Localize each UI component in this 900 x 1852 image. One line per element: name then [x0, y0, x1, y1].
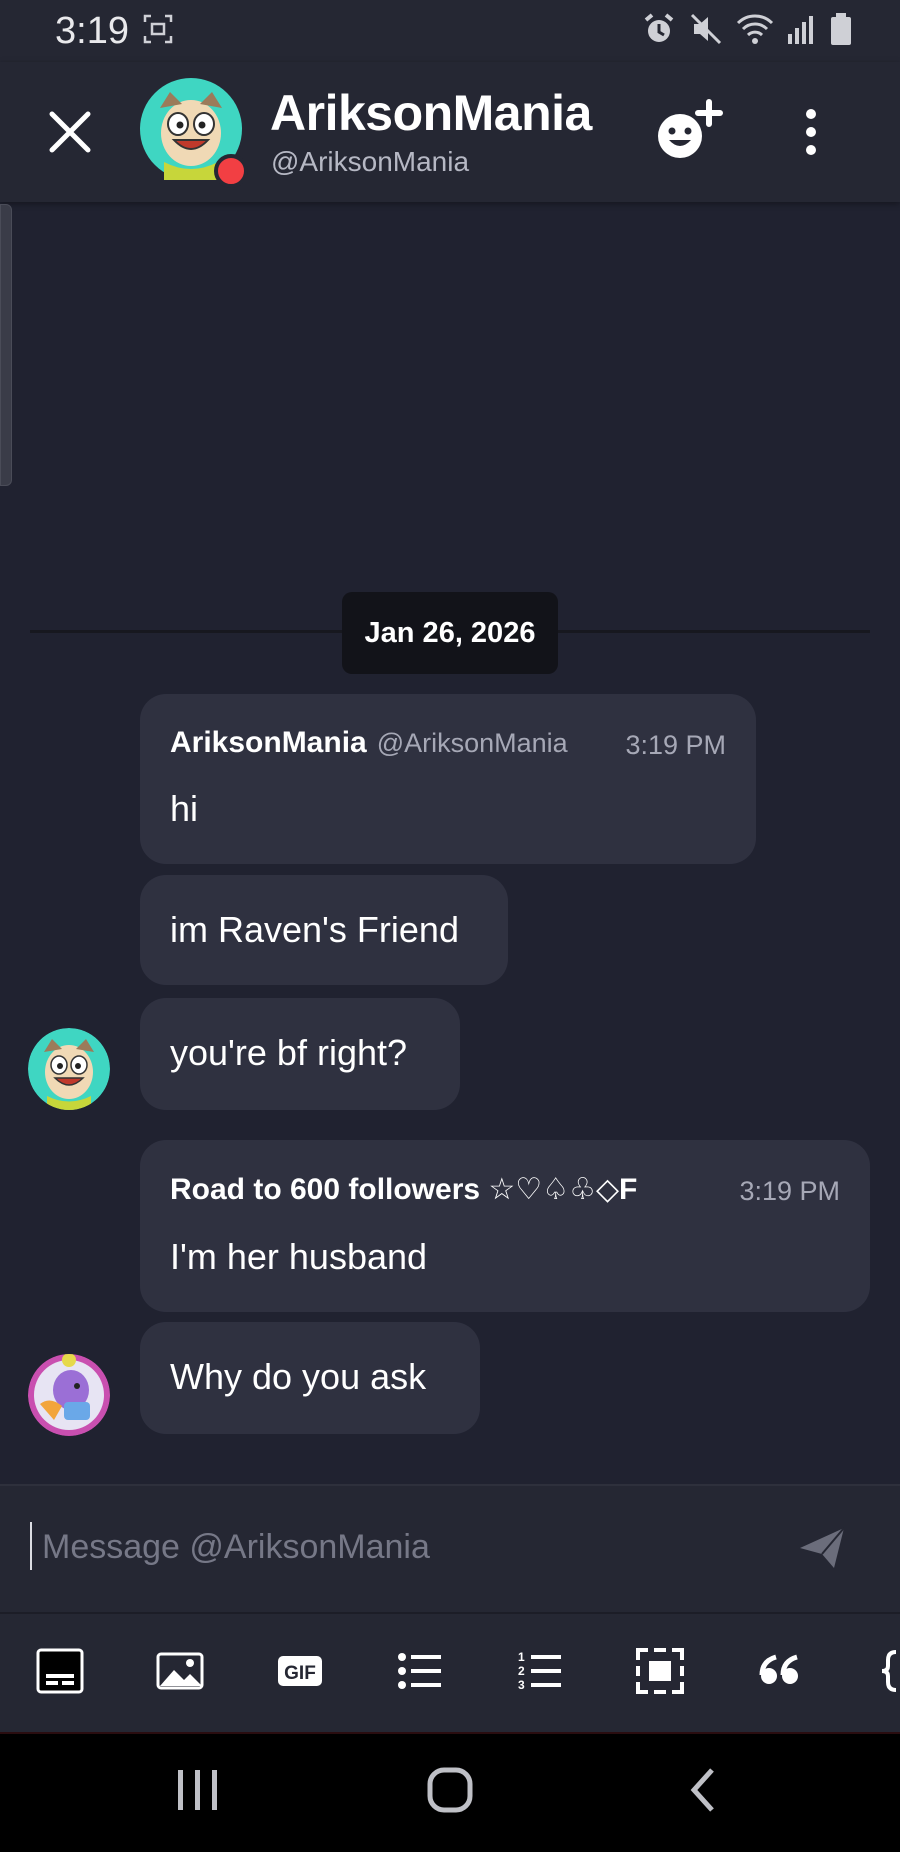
status-time: 3:19 — [55, 10, 129, 52]
message-text: you're bf right? — [170, 1032, 408, 1073]
alarm-icon — [644, 13, 674, 42]
screen-record-icon — [143, 14, 173, 44]
wifi-icon — [736, 14, 774, 44]
text-caret — [30, 1522, 32, 1570]
image-icon[interactable] — [156, 1648, 204, 1694]
avatar[interactable] — [28, 1028, 110, 1110]
more-options-icon[interactable] — [797, 106, 825, 158]
message-meta: Road to 600 followers ☆♡♤♧◇F — [170, 1172, 710, 1207]
message-author[interactable]: AriksonMania — [170, 726, 367, 759]
status-bar: 3:19 — [0, 0, 900, 62]
user-handle: @AriksonMania — [271, 146, 470, 177]
message-bubble[interactable]: AriksonMania @AriksonMania 3:19 PM hi — [140, 694, 756, 864]
svg-text:GIF: GIF — [284, 1663, 316, 1684]
message-text: I'm her husband — [170, 1236, 428, 1277]
message-handle: @AriksonMania — [376, 728, 568, 758]
bullet-list-icon[interactable] — [396, 1648, 444, 1694]
message-text: hi — [170, 788, 199, 829]
dm-header: AriksonMania @AriksonMania — [0, 62, 900, 202]
gif-icon[interactable]: GIF — [276, 1648, 324, 1694]
date-divider: Jan 26, 2026 — [342, 592, 558, 674]
scrollbar[interactable] — [0, 204, 12, 486]
recent-apps-icon[interactable] — [175, 1766, 221, 1814]
message-meta: AriksonMania @AriksonMania — [170, 726, 568, 760]
page-title[interactable]: AriksonMania — [270, 84, 592, 142]
message-bubble[interactable]: Why do you ask — [140, 1322, 480, 1434]
back-icon[interactable] — [688, 1766, 718, 1814]
message-author[interactable]: Road to 600 followers ☆♡♤♧◇F — [170, 1173, 637, 1206]
message-time: 3:19 PM — [625, 730, 726, 760]
svg-text:3: 3 — [518, 1678, 525, 1692]
subtitles-icon[interactable] — [36, 1648, 84, 1694]
presence-dnd-dot — [214, 154, 248, 188]
message-text: im Raven's Friend — [170, 909, 459, 950]
add-friend-icon[interactable] — [656, 98, 724, 162]
message-time: 3:19 PM — [739, 1176, 840, 1206]
svg-text:1: 1 — [518, 1650, 525, 1664]
mute-icon — [690, 13, 722, 45]
code-block-icon[interactable] — [876, 1648, 900, 1694]
quote-icon[interactable] — [756, 1648, 804, 1694]
battery-icon — [831, 13, 851, 45]
message-input[interactable] — [40, 1522, 744, 1572]
close-icon[interactable] — [44, 106, 96, 158]
signal-icon — [788, 16, 813, 44]
spoiler-icon[interactable] — [636, 1648, 684, 1694]
status-icons — [642, 12, 852, 46]
message-text: Why do you ask — [170, 1356, 427, 1397]
message-bubble[interactable]: im Raven's Friend — [140, 875, 508, 985]
send-icon[interactable] — [798, 1526, 846, 1570]
home-icon[interactable] — [426, 1766, 474, 1814]
message-bubble[interactable]: Road to 600 followers ☆♡♤♧◇F 3:19 PM I'm… — [140, 1140, 870, 1312]
avatar[interactable] — [28, 1354, 110, 1436]
svg-text:2: 2 — [518, 1664, 525, 1678]
message-bubble[interactable]: you're bf right? — [140, 998, 460, 1110]
numbered-list-icon[interactable]: 1 2 3 — [516, 1648, 564, 1694]
